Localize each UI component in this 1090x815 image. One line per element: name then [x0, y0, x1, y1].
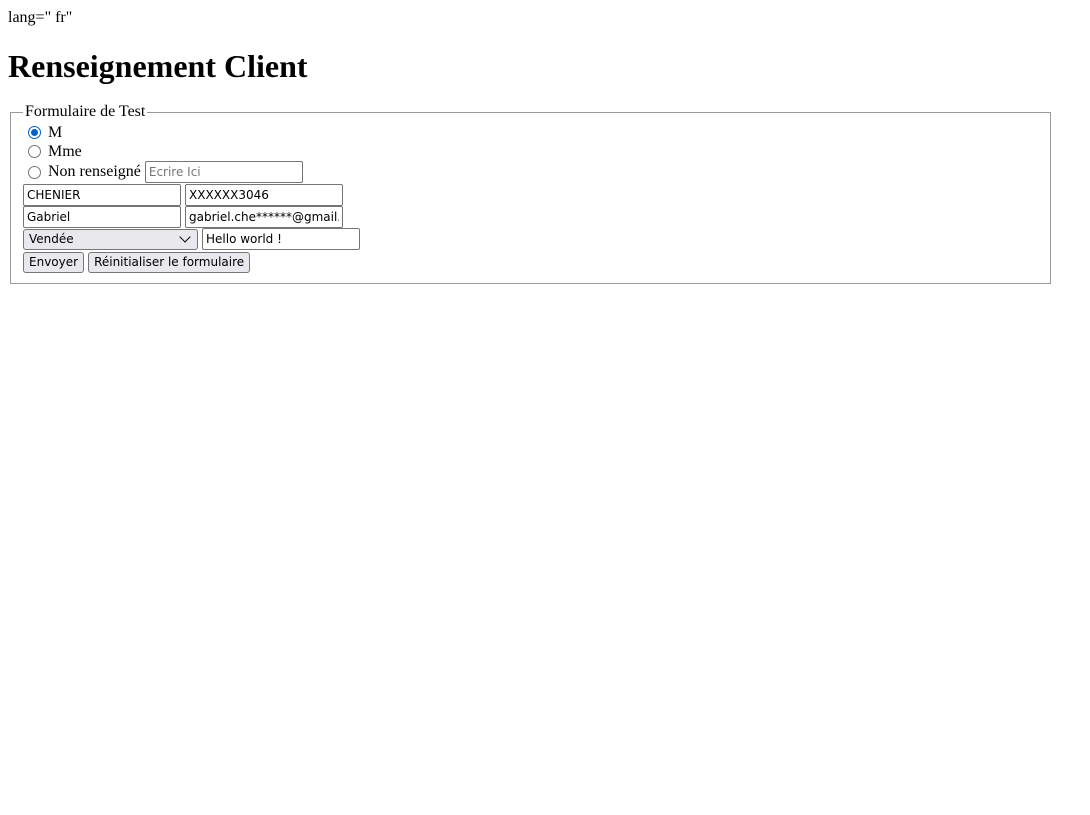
radio-m[interactable] [28, 126, 41, 139]
radio-label-mme: Mme [48, 142, 82, 160]
reset-button[interactable]: Réinitialiser le formulaire [88, 251, 251, 273]
civility-option-m[interactable]: M [23, 123, 1038, 142]
submit-button[interactable]: Envoyer [23, 251, 85, 273]
form-legend: Formulaire de Test [25, 103, 146, 120]
chevron-down-icon [179, 231, 191, 243]
phone-input[interactable] [185, 184, 343, 206]
test-form: Formulaire de Test M Mme Non renseigné V… [10, 103, 1051, 284]
civility-option-mme[interactable]: Mme [23, 142, 1038, 161]
email-input[interactable] [185, 206, 343, 228]
last-name-input[interactable] [23, 184, 181, 206]
radio-label-not-specified: Non renseigné [48, 163, 141, 180]
civility-option-not-specified[interactable]: Non renseigné [23, 161, 1038, 183]
radio-not-specified[interactable] [28, 165, 41, 179]
radio-label-m: M [48, 123, 63, 141]
other-civility-input[interactable] [144, 161, 303, 183]
page-title: Renseignement Client [8, 48, 308, 84]
department-select[interactable]: Vendée [23, 228, 198, 250]
department-selected-value: Vendée [29, 232, 74, 246]
message-input[interactable] [202, 228, 360, 250]
radio-mme[interactable] [28, 145, 41, 158]
lang-text: lang=" fr" [8, 9, 73, 26]
first-name-input[interactable] [23, 206, 181, 228]
